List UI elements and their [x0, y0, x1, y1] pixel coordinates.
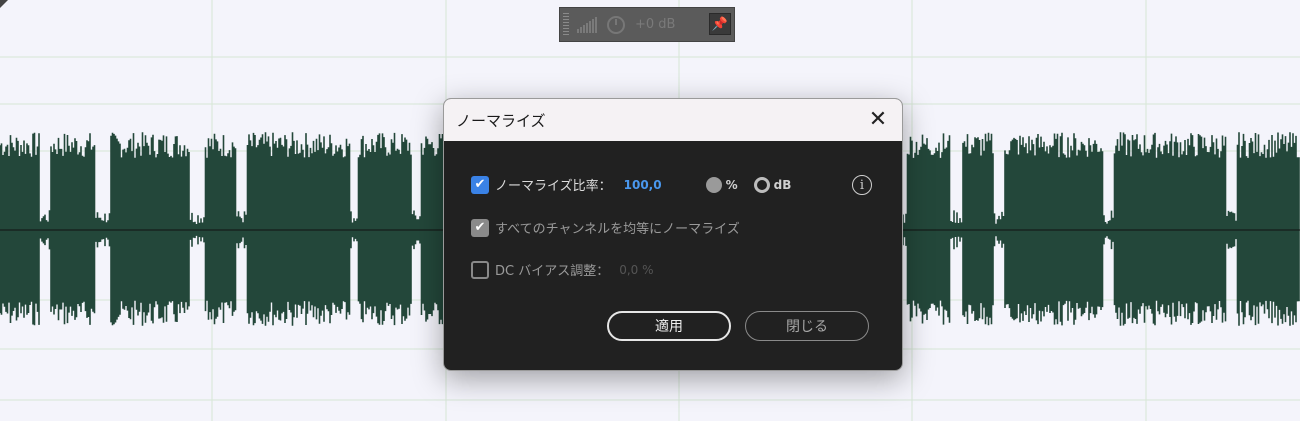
level-meter-icon [577, 16, 597, 33]
db-radio-label: dB [773, 177, 792, 192]
percent-radio-label: % [725, 177, 738, 192]
normalize-ratio-row: ✔ ノーマライズ比率： 100,0 % dB [471, 175, 791, 194]
volume-readout[interactable]: +0 dB [635, 17, 675, 32]
all-channels-checkbox[interactable]: ✔ [471, 218, 489, 237]
info-icon[interactable]: i [852, 175, 872, 195]
percent-radio[interactable] [705, 176, 722, 193]
all-channels-row: ✔ すべてのチャンネルを均等にノーマライズ [471, 218, 740, 237]
dc-bias-checkbox[interactable] [471, 260, 489, 279]
apply-button[interactable]: 適用 [607, 311, 731, 341]
close-button[interactable]: 閉じる [745, 311, 869, 341]
normalize-ratio-label: ノーマライズ比率： [495, 179, 612, 194]
all-channels-label: すべてのチャンネルを均等にノーマライズ [495, 222, 740, 237]
dc-bias-label: DC バイアス調整： [495, 264, 610, 279]
drag-handle-icon[interactable] [563, 12, 569, 37]
normalize-ratio-value[interactable]: 100,0 [624, 178, 662, 192]
dc-bias-value: 0,0 % [619, 262, 654, 277]
normalize-dialog: ノーマライズ ✕ ✔ ノーマライズ比率： 100,0 % dB i ✔ すべての… [443, 98, 903, 371]
pin-icon[interactable]: 📌 [709, 13, 731, 35]
corner-marker-icon [0, 0, 8, 8]
volume-knob-icon[interactable] [607, 15, 625, 34]
dialog-titlebar[interactable]: ノーマライズ ✕ [444, 99, 902, 141]
dialog-title: ノーマライズ [456, 111, 546, 130]
normalize-ratio-checkbox[interactable]: ✔ [471, 175, 489, 194]
db-radio[interactable] [753, 176, 770, 193]
close-icon[interactable]: ✕ [866, 108, 890, 132]
dc-bias-row: DC バイアス調整： 0,0 % [471, 260, 654, 279]
hud-volume-control[interactable]: +0 dB 📌 [559, 7, 735, 42]
